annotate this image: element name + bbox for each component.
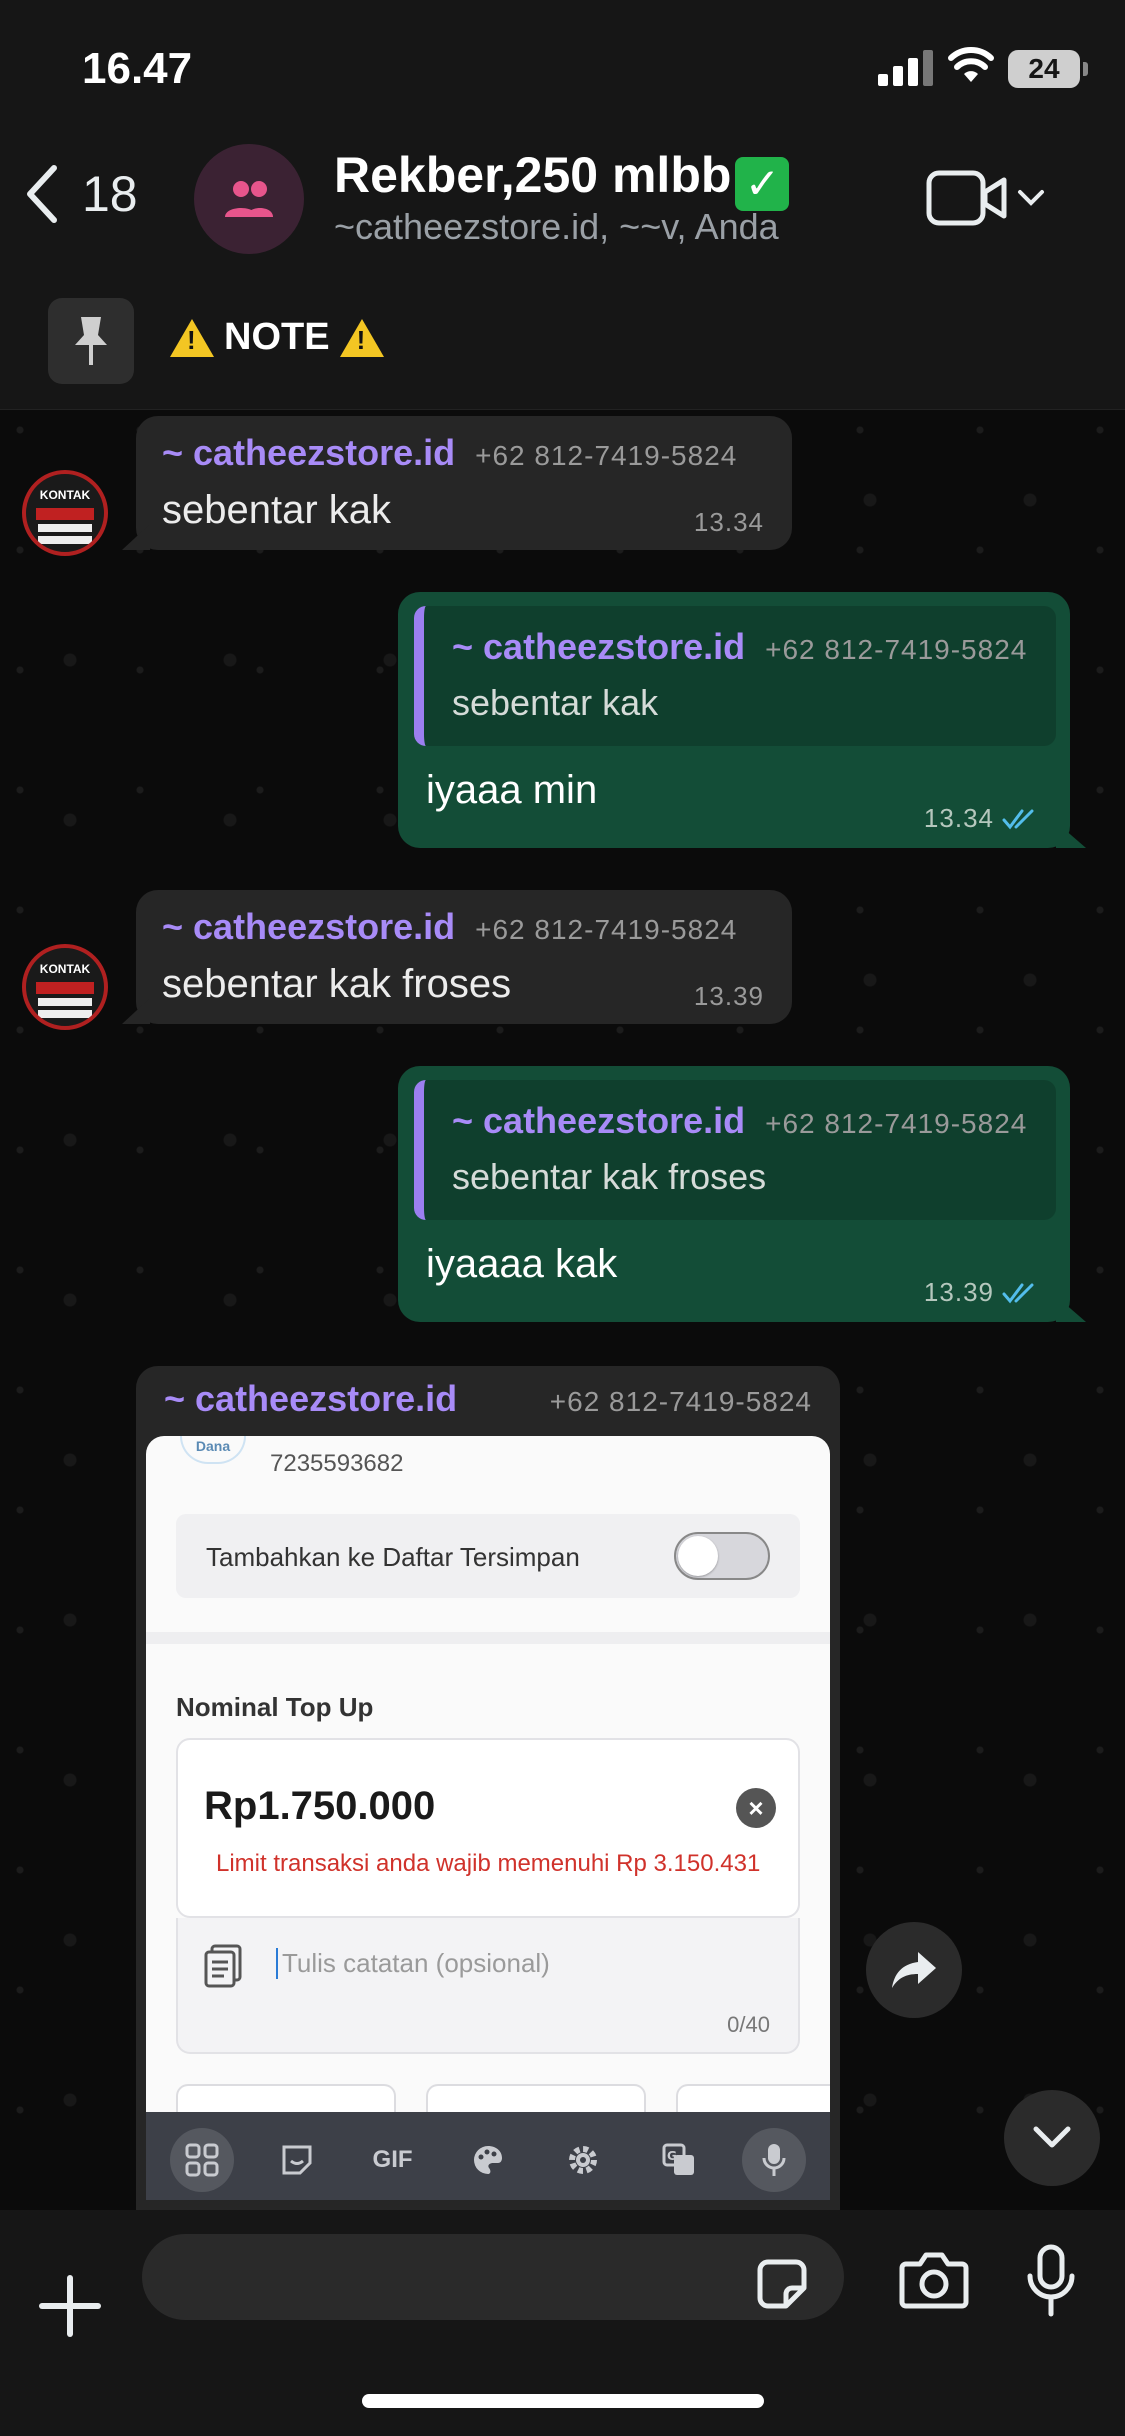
- read-ticks-icon: [1002, 809, 1034, 829]
- quote-text: sebentar kak froses: [452, 1156, 767, 1197]
- chevron-down-icon: [1018, 190, 1044, 206]
- section-divider: [146, 1632, 830, 1644]
- status-bar: 16.47 24: [0, 0, 1125, 130]
- save-toggle: [674, 1532, 770, 1580]
- note-placeholder: Tulis catatan (opsional): [276, 1948, 550, 1979]
- message-time: 13.34: [924, 803, 1038, 834]
- read-ticks-icon: [1002, 1283, 1034, 1303]
- message-time: 13.39: [693, 981, 764, 1011]
- message-time: 13.34: [693, 507, 764, 537]
- limit-warning: Limit transaksi anda wajib memenuhi Rp 3…: [216, 1850, 761, 1877]
- sender-name[interactable]: ~ catheezstore.id: [162, 432, 455, 474]
- pin-icon: [75, 317, 107, 365]
- warning-icon: [339, 318, 384, 357]
- sticker-kbd-icon: [265, 2128, 329, 2192]
- outgoing-message[interactable]: ~ catheezstore.id +62 812-7419-5824 sebe…: [398, 1066, 1086, 1322]
- group-icon: [225, 181, 273, 217]
- back-button[interactable]: 18: [24, 164, 138, 224]
- quote-text: sebentar kak: [452, 682, 659, 723]
- scroll-down-button[interactable]: [1004, 2090, 1100, 2186]
- amount-value: Rp1.750.000: [204, 1784, 436, 1828]
- verified-check-icon: ✓: [735, 157, 790, 211]
- quote-sender: ~ catheezstore.id: [452, 626, 746, 667]
- forward-button[interactable]: [866, 1922, 962, 2018]
- sender-name[interactable]: ~ catheezstore.id: [162, 906, 455, 948]
- plus-icon[interactable]: [38, 2274, 102, 2338]
- status-time: 16.47: [82, 44, 193, 93]
- chat-title-text: Rekber,250 mlbb: [334, 147, 732, 203]
- note-field: Tulis catatan (opsional) 0/40: [176, 1918, 800, 2054]
- battery-icon: 24: [1008, 50, 1088, 88]
- incoming-message[interactable]: ~ catheezstore.id +62 812-7419-5824 sebe…: [122, 890, 792, 1024]
- forward-icon: [892, 1952, 936, 1988]
- wifi-icon: [948, 47, 994, 82]
- chat-area[interactable]: KONTAK ~ catheezstore.id +62 812-7419-58…: [0, 410, 1125, 2210]
- quoted-message[interactable]: ~ catheezstore.id +62 812-7419-5824 sebe…: [414, 606, 1056, 746]
- image-message[interactable]: ~ catheezstore.id +62 812-7419-5824 Dana…: [136, 1366, 840, 2210]
- sender-avatar[interactable]: KONTAK: [22, 470, 108, 556]
- settings-gear-icon: [551, 2128, 615, 2192]
- pinned-text: NOTE: [170, 316, 384, 359]
- pinned-label: NOTE: [224, 316, 330, 358]
- signal-icon: [878, 50, 934, 86]
- incoming-message[interactable]: ~ catheezstore.id +62 812-7419-5824 sebe…: [122, 416, 792, 550]
- apps-grid-icon: [169, 2128, 234, 2192]
- message-text: sebentar kak: [162, 488, 392, 532]
- quote-phone: +62 812-7419-5824: [765, 1108, 1028, 1139]
- quote-phone: +62 812-7419-5824: [765, 634, 1028, 665]
- home-indicator[interactable]: [362, 2394, 764, 2408]
- sender-phone: +62 812-7419-5824: [475, 440, 738, 471]
- dana-logo: Dana: [180, 1436, 246, 1464]
- warning-icon: [170, 318, 214, 357]
- group-avatar[interactable]: [194, 144, 304, 254]
- nominal-label: Nominal Top Up: [176, 1692, 374, 1722]
- chat-members: ~catheezstore.id, ~~v, Anda: [334, 206, 779, 247]
- svg-text:G: G: [667, 2149, 677, 2163]
- message-time-text: 13.39: [923, 1277, 994, 1307]
- pinned-message-bar[interactable]: NOTE: [0, 280, 1125, 410]
- palette-icon: [456, 2128, 520, 2192]
- sender-name[interactable]: ~ catheezstore.id: [164, 1378, 457, 1420]
- pin-button[interactable]: [48, 298, 134, 384]
- video-call-icon: [926, 170, 1007, 226]
- message-input[interactable]: [142, 2234, 844, 2320]
- chevron-down-icon: [1033, 2126, 1071, 2148]
- sender-avatar[interactable]: KONTAK: [22, 944, 108, 1030]
- screenshot-image[interactable]: Dana 7235593682 Tambahkan ke Daftar Ters…: [146, 1436, 830, 2200]
- microphone-icon[interactable]: [1026, 2244, 1076, 2318]
- note-icon: [204, 1944, 242, 1988]
- keyboard-mic-icon: [742, 2128, 807, 2192]
- gif-icon: GIF: [372, 2146, 413, 2173]
- note-count: 0/40: [727, 2012, 770, 2037]
- sender-phone: +62 812-7419-5824: [549, 1386, 812, 1417]
- video-call-button[interactable]: [926, 170, 1046, 226]
- chat-header: 18 Rekber,250 mlbb ✓ ~catheezstore.id, ~~…: [0, 130, 1125, 280]
- message-time: 13.39: [924, 1277, 1038, 1308]
- sender-phone: +62 812-7419-5824: [475, 914, 738, 945]
- outgoing-message[interactable]: ~ catheezstore.id +62 812-7419-5824 sebe…: [398, 592, 1086, 848]
- save-to-list-label: Tambahkan ke Daftar Tersimpan: [206, 1542, 580, 1572]
- amount-field: Rp1.750.000 × Limit transaksi anda wajib…: [176, 1738, 800, 1918]
- translate-icon: G: [647, 2128, 711, 2192]
- back-chevron-icon: [27, 165, 57, 223]
- chat-title[interactable]: Rekber,250 mlbb ✓: [334, 146, 790, 211]
- keyboard-toolbar: GIF G: [146, 2112, 830, 2200]
- clear-icon: ×: [736, 1788, 776, 1828]
- account-number: 7235593682: [270, 1450, 404, 1477]
- message-text: sebentar kak froses: [162, 962, 512, 1006]
- unread-count: 18: [82, 166, 138, 222]
- quote-sender: ~ catheezstore.id: [452, 1100, 746, 1141]
- save-to-list-row: Tambahkan ke Daftar Tersimpan: [176, 1514, 800, 1598]
- message-time-text: 13.34: [923, 803, 994, 833]
- sticker-icon[interactable]: [754, 2256, 810, 2312]
- quoted-message[interactable]: ~ catheezstore.id +62 812-7419-5824 sebe…: [414, 1080, 1056, 1220]
- camera-icon[interactable]: [898, 2250, 970, 2310]
